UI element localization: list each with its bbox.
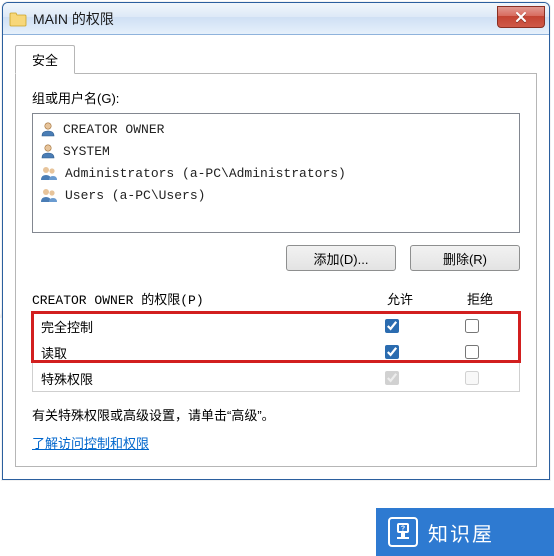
permission-row: 特殊权限 [33,365,519,391]
button-row: 添加(D)... 删除(R) [32,245,520,271]
brand-bar: ? 知识屋 [376,508,554,556]
permission-row: 读取 [33,339,519,365]
allow-checkbox[interactable] [385,319,399,333]
add-button[interactable]: 添加(D)... [286,245,396,271]
footnote-text: 有关特殊权限或高级设置，请单击“高级”。 [32,406,520,427]
list-item[interactable]: Administrators (a-PC\Administrators) [39,162,513,184]
permissions-dialog: MAIN 的权限 安全 组或用户名(G): CREATOR OWNER SYST… [2,2,550,480]
principal-name: Users (a-PC\Users) [65,188,205,203]
allow-header: 允许 [360,289,440,308]
allow-checkbox[interactable] [385,345,399,359]
tabstrip: 安全 [15,45,537,74]
principals-listbox[interactable]: CREATOR OWNER SYSTEM Administrators (a-P… [32,113,520,233]
principal-name: CREATOR OWNER [63,122,164,137]
permission-row: 完全控制 [33,313,519,339]
permissions-list: 完全控制 读取 特殊权限 [32,312,520,392]
deny-checkbox [465,371,479,385]
remove-button[interactable]: 删除(R) [410,245,520,271]
permission-label: 特殊权限 [41,369,351,388]
group-icon [39,186,59,204]
folder-icon [9,10,27,28]
principal-name: Administrators (a-PC\Administrators) [65,166,346,181]
list-item[interactable]: SYSTEM [39,140,513,162]
close-icon [515,11,527,23]
tab-security[interactable]: 安全 [15,45,75,74]
user-icon [39,120,57,138]
titlebar[interactable]: MAIN 的权限 [3,3,549,35]
learn-more-link[interactable]: 了解访问控制和权限 [32,433,149,452]
brand-logo-icon: ? [388,517,418,547]
window-title: MAIN 的权限 [33,9,114,29]
client-area: 安全 组或用户名(G): CREATOR OWNER SYSTEM Admini… [3,35,549,479]
list-item[interactable]: Users (a-PC\Users) [39,184,513,206]
user-icon [39,142,57,160]
close-button[interactable] [497,6,545,28]
permissions-header: CREATOR OWNER 的权限(P) 允许 拒绝 [32,289,520,308]
deny-header: 拒绝 [440,289,520,308]
groups-label: 组或用户名(G): [32,88,520,107]
list-item[interactable]: CREATOR OWNER [39,118,513,140]
permissions-label: CREATOR OWNER 的权限(P) [32,289,360,308]
deny-checkbox[interactable] [465,319,479,333]
brand-name: 知识屋 [428,518,494,547]
svg-text:?: ? [401,526,405,533]
group-icon [39,164,59,182]
tab-panel-security: 组或用户名(G): CREATOR OWNER SYSTEM Administr… [15,73,537,467]
principal-name: SYSTEM [63,144,110,159]
permission-label: 读取 [41,343,351,362]
permission-label: 完全控制 [41,317,351,336]
deny-checkbox[interactable] [465,345,479,359]
allow-checkbox [385,371,399,385]
